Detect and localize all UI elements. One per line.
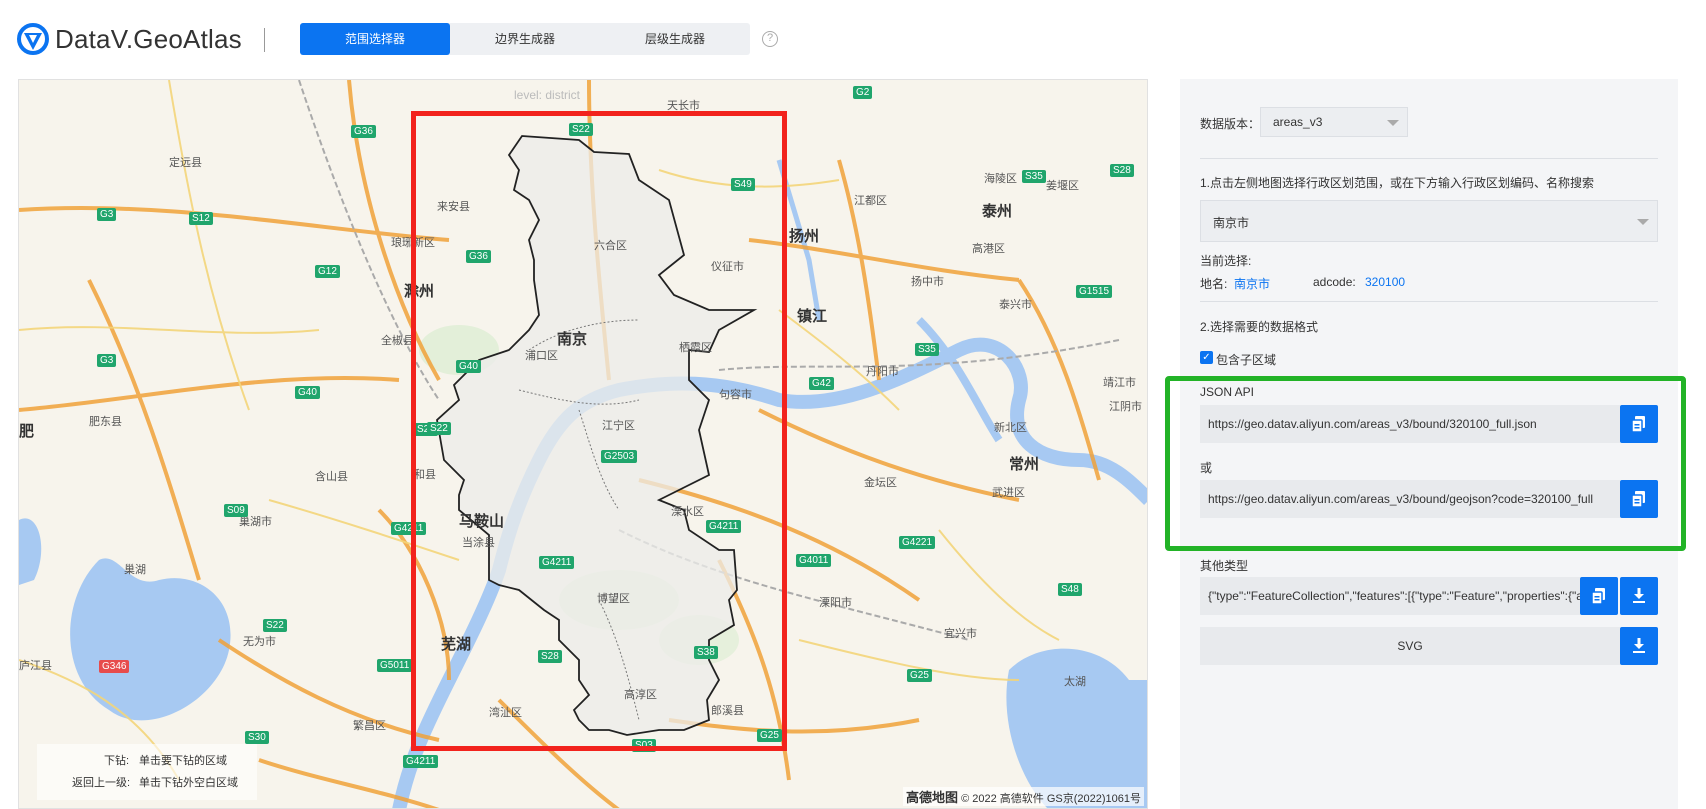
- red-highlight-box: [411, 111, 787, 751]
- label-quanjiao: 全椒县: [381, 335, 414, 347]
- shield-s30: S30: [245, 731, 269, 744]
- level-hint: level: district: [514, 88, 581, 102]
- shield-g4211-2: G4211: [403, 755, 439, 768]
- label-yixing: 宜兴市: [944, 628, 977, 640]
- shield-g4011: G4011: [796, 554, 832, 567]
- shield-s28-2: S28: [1110, 164, 1134, 177]
- divider: [1200, 301, 1658, 302]
- shield-g346: G346: [99, 660, 130, 673]
- label-lujiang: 庐江县: [19, 660, 52, 672]
- tab-range-selector[interactable]: 范围选择器: [300, 23, 450, 55]
- data-version-label: 数据版本：: [1200, 117, 1261, 131]
- shield-g36-1: G36: [351, 125, 376, 138]
- geojson-content: {"type":"FeatureCollection","features":[…: [1208, 589, 1580, 603]
- app-logo[interactable]: DataV.GeoAtlas: [17, 23, 242, 55]
- label-jiangyin: 江阴市: [1109, 401, 1142, 413]
- legend-back-key: 返回上一级:: [72, 777, 131, 789]
- legend-back-value: 单击下钻外空白区域: [139, 777, 238, 789]
- label-hailing: 海陵区: [984, 173, 1017, 185]
- step1-instructions: 1.点击左侧地图选择行政区划范围，或在下方输入行政区划编码、名称搜索: [1200, 176, 1595, 190]
- shield-g4221: G4221: [899, 536, 936, 549]
- tool-tabs: 范围选择器 边界生成器 层级生成器: [300, 23, 750, 55]
- download-icon: [1633, 638, 1645, 653]
- shield-s48: S48: [1058, 583, 1082, 596]
- region-search-value: 南京市: [1213, 216, 1250, 230]
- shield-s12: S12: [189, 212, 213, 225]
- shield-s35-2: S35: [1022, 170, 1046, 183]
- tab-boundary-generator[interactable]: 边界生成器: [450, 23, 600, 55]
- header-divider: [264, 28, 265, 52]
- include-subregions-checkbox[interactable]: ✓: [1200, 351, 1213, 364]
- app-header: DataV.GeoAtlas 范围选择器 边界生成器 层级生成器 ?: [0, 0, 1706, 78]
- shield-s09: S09: [224, 504, 248, 517]
- label-jiangdu: 江都区: [854, 195, 887, 207]
- step2-instructions: 2.选择需要的数据格式: [1200, 320, 1319, 334]
- city-zhenjiang[interactable]: 镇江: [797, 305, 827, 326]
- label-dingyuan: 定远县: [169, 157, 202, 169]
- legend-drill-key: 下钻:: [104, 755, 130, 767]
- label-taihu: 太湖: [1064, 676, 1086, 688]
- city-taizhou[interactable]: 泰州: [982, 200, 1012, 221]
- label-chaohu-lake: 巢湖: [124, 564, 146, 576]
- divider: [1200, 158, 1658, 159]
- shield-g2-1: G2: [853, 86, 873, 99]
- other-types-label: 其他类型: [1200, 559, 1249, 573]
- city-changzhou[interactable]: 常州: [1009, 453, 1039, 474]
- city-hefei[interactable]: 肥: [19, 420, 34, 441]
- shield-g25: G25: [907, 669, 932, 682]
- datav-logo-icon: [17, 23, 49, 55]
- label-danyang: 丹阳市: [866, 366, 899, 378]
- label-xinbei: 新北区: [994, 422, 1027, 434]
- copy-geojson-content-button[interactable]: [1580, 577, 1618, 615]
- adcode-label: adcode:: [1313, 275, 1356, 289]
- label-hanshan: 含山县: [315, 471, 348, 483]
- label-yangzhong: 扬中市: [911, 276, 944, 288]
- place-name-value: 南京市: [1234, 277, 1271, 291]
- download-geojson-button[interactable]: [1620, 577, 1658, 615]
- data-version-value: areas_v3: [1273, 115, 1323, 129]
- chevron-down-icon: [1637, 219, 1649, 225]
- current-selection-label: 当前选择:: [1200, 254, 1252, 268]
- adcode-value: 320100: [1365, 275, 1406, 289]
- label-fanchang: 繁昌区: [353, 720, 386, 732]
- legend-drill-value: 单击要下钻的区域: [139, 755, 227, 767]
- download-svg-button[interactable]: [1620, 627, 1658, 665]
- label-jiangyan: 姜堰区: [1046, 180, 1079, 192]
- shield-g40-1: G40: [295, 386, 320, 399]
- geojson-content-field[interactable]: {"type":"FeatureCollection","features":[…: [1200, 577, 1580, 615]
- label-gaogang: 高港区: [972, 243, 1005, 255]
- green-highlight-box: [1165, 376, 1686, 551]
- shield-g42: G42: [809, 377, 834, 390]
- tab-level-generator[interactable]: 层级生成器: [600, 23, 750, 55]
- app-title: DataV.GeoAtlas: [55, 23, 242, 54]
- shield-s22-2: S22: [263, 619, 287, 632]
- city-yangzhou[interactable]: 扬州: [789, 225, 819, 246]
- label-feidong: 肥东县: [89, 416, 122, 428]
- label-jintan: 金坛区: [864, 477, 897, 489]
- map-attribution[interactable]: 高德地图 © 2022 高德软件 GS京(2022)1061号: [903, 787, 1144, 806]
- label-liyang: 溧阳市: [819, 597, 852, 609]
- label-wuwei: 无为市: [243, 636, 276, 648]
- shield-g5011: G5011: [377, 659, 413, 672]
- attribution-text: © 2022 高德软件 GS京(2022)1061号: [961, 793, 1141, 805]
- include-subregions-label: 包含子区域: [1216, 353, 1277, 367]
- shield-g1515: G1515: [1076, 285, 1113, 298]
- copy-icon: [1592, 588, 1605, 604]
- shield-g12: G12: [315, 265, 340, 278]
- label-taixing: 泰兴市: [999, 299, 1032, 311]
- attribution-brand: 高德地图: [906, 790, 959, 805]
- download-icon: [1633, 588, 1645, 603]
- map-legend: 下钻: 单击要下钻的区域 返回上一级: 单击下钻外空白区域: [37, 744, 257, 800]
- shield-s35-1: S35: [915, 343, 939, 356]
- label-jingjiang: 靖江市: [1103, 377, 1136, 389]
- chevron-down-icon: [1387, 120, 1399, 126]
- shield-g3-2: G3: [97, 354, 117, 367]
- svg-format-label: SVG: [1200, 627, 1620, 665]
- shield-g3-1: G3: [97, 208, 117, 221]
- help-icon[interactable]: ?: [762, 31, 778, 47]
- place-name-label: 地名:: [1200, 277, 1228, 291]
- region-search-select[interactable]: 南京市: [1200, 200, 1658, 242]
- label-wujin: 武进区: [992, 487, 1025, 499]
- data-version-select[interactable]: areas_v3: [1260, 107, 1408, 137]
